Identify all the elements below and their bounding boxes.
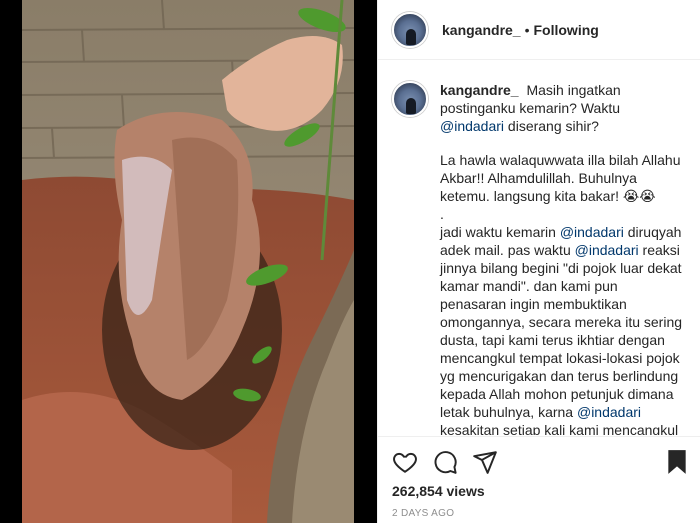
caption-paragraph-2: La hawla walaquwwata illa bilah Allahu A…: [440, 152, 681, 204]
mention-link[interactable]: @indadari: [560, 224, 624, 240]
video-still-image: [22, 0, 354, 523]
caption-text: kangandre_ Masih ingatkan postinganku ke…: [440, 81, 687, 435]
following-button[interactable]: Following: [534, 22, 599, 38]
post-media[interactable]: [0, 0, 377, 523]
bookmark-icon[interactable]: [665, 449, 689, 475]
separator-dot: •: [524, 21, 530, 38]
post-side-panel: kangandre_ • Following kangandre_ Masih …: [377, 0, 700, 523]
post-timestamp[interactable]: 2 DAYS AGO: [392, 508, 454, 519]
author-avatar[interactable]: [392, 11, 428, 48]
post-actions: 262,854 views 2 DAYS AGO: [378, 436, 700, 523]
author-username[interactable]: kangandre_: [442, 22, 521, 38]
post-header: kangandre_ • Following: [378, 0, 700, 60]
mention-link[interactable]: @indadari: [575, 242, 639, 258]
mention-link[interactable]: @indadari: [577, 404, 641, 420]
caption-area: kangandre_ Masih ingatkan postinganku ke…: [378, 61, 700, 435]
caption-username[interactable]: kangandre_: [440, 82, 519, 98]
caption-avatar[interactable]: [392, 81, 428, 117]
view-count[interactable]: 262,854 views: [392, 483, 485, 499]
heart-icon[interactable]: [392, 449, 418, 475]
mention-link[interactable]: @indadari: [440, 118, 504, 134]
caption-dot-line: .: [440, 206, 444, 222]
caption-p3-d: kesakitan setiap kali kami mencangkul: [440, 422, 679, 435]
paper-plane-icon[interactable]: [472, 449, 498, 475]
caption-intro-2: diserang sihir?: [507, 118, 599, 134]
comment-icon[interactable]: [432, 449, 458, 475]
post-video-frame[interactable]: [22, 0, 354, 523]
action-icons: [392, 449, 498, 475]
caption-p3-a: jadi waktu kemarin: [440, 224, 556, 240]
caption-p3-c: reaksi jinnya bilang begini "di pojok lu…: [440, 242, 683, 420]
